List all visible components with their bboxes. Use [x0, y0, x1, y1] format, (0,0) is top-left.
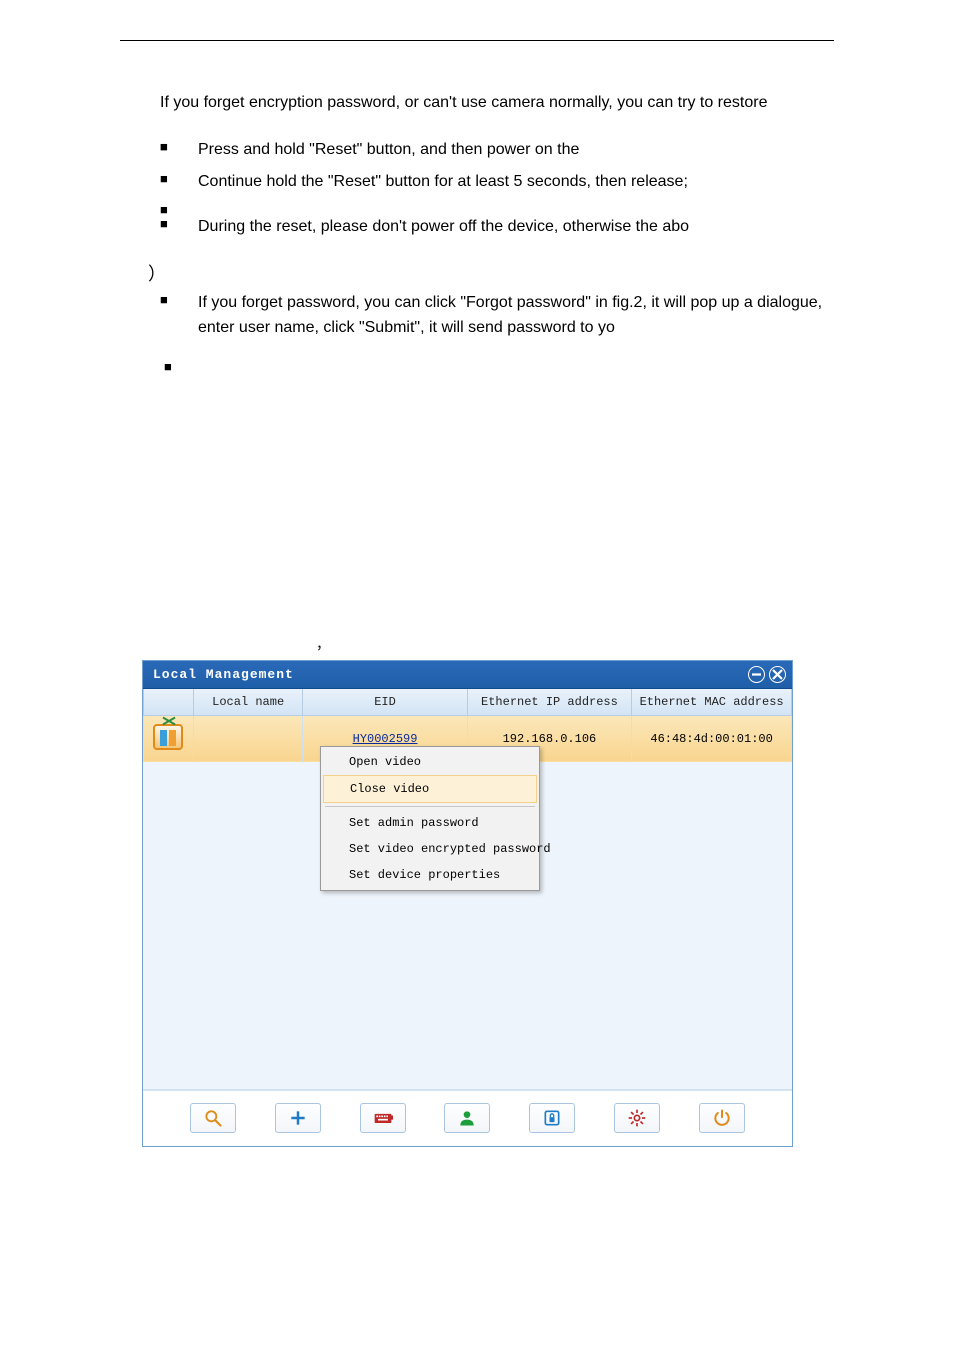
- keyboard-button[interactable]: [360, 1103, 406, 1133]
- settings-button[interactable]: [614, 1103, 660, 1133]
- minus-icon: [749, 667, 764, 682]
- table-header-row: Local name EID Ethernet IP address Ether…: [144, 689, 792, 716]
- bottom-toolbar: [143, 1090, 792, 1146]
- device-icon: [153, 724, 183, 750]
- bullet-item: Continue hold the "Reset" button for at …: [160, 169, 834, 195]
- page-top-rule: [120, 40, 834, 41]
- device-mac-cell: 46:48:4d:00:01:00: [632, 715, 792, 762]
- minimize-button[interactable]: [748, 666, 765, 683]
- window-titlebar: Local Management: [143, 661, 792, 689]
- close-icon: [770, 667, 785, 682]
- power-button[interactable]: [699, 1103, 745, 1133]
- user-icon: [457, 1108, 477, 1128]
- close-button[interactable]: [769, 666, 786, 683]
- context-menu: Open video Close video Set admin passwor…: [320, 746, 540, 891]
- gear-icon: [627, 1108, 647, 1128]
- power-icon: [712, 1108, 732, 1128]
- reset-steps-list: Press and hold "Reset" button, and then …: [160, 137, 834, 194]
- menu-separator: [325, 806, 535, 807]
- intro-paragraph: If you forget encryption password, or ca…: [160, 91, 834, 115]
- search-icon: [203, 1108, 223, 1128]
- reset-warning-list: During the reset, please don't power off…: [160, 214, 834, 240]
- menu-set-admin-password[interactable]: Set admin password: [321, 810, 539, 836]
- col-eid-header: EID: [303, 689, 467, 716]
- col-ip-header: Ethernet IP address: [467, 689, 632, 716]
- bullet-item: Press and hold "Reset" button, and then …: [160, 137, 834, 163]
- window-title: Local Management: [153, 667, 294, 682]
- local-management-window: Local Management Local name EID: [142, 660, 793, 1147]
- device-icon-cell: [144, 715, 194, 762]
- close-paren: ）: [148, 260, 834, 286]
- menu-set-video-password[interactable]: Set video encrypted password: [321, 836, 539, 862]
- col-localname-header: Local name: [193, 689, 302, 716]
- add-icon: [288, 1108, 308, 1128]
- col-mac-header: Ethernet MAC address: [632, 689, 792, 716]
- user-button[interactable]: [444, 1103, 490, 1133]
- lock-button[interactable]: [529, 1103, 575, 1133]
- forgot-password-list: If you forget password, you can click "F…: [160, 290, 834, 341]
- bullet-item: During the reset, please don't power off…: [160, 214, 834, 240]
- menu-open-video[interactable]: Open video: [321, 749, 539, 775]
- search-button[interactable]: [190, 1103, 236, 1133]
- menu-close-video[interactable]: Close video: [323, 775, 537, 803]
- lonely-bullet: ■: [164, 359, 834, 374]
- device-localname-cell: [193, 715, 302, 762]
- bullet-item: If you forget password, you can click "F…: [160, 290, 834, 341]
- add-button[interactable]: [275, 1103, 321, 1133]
- col-icon-header: [144, 689, 194, 716]
- device-eid-link[interactable]: HY0002599: [353, 732, 418, 746]
- caption-comma: ，: [316, 634, 834, 654]
- keyboard-icon: [373, 1108, 393, 1128]
- menu-set-device-properties[interactable]: Set device properties: [321, 862, 539, 888]
- lock-icon: [542, 1108, 562, 1128]
